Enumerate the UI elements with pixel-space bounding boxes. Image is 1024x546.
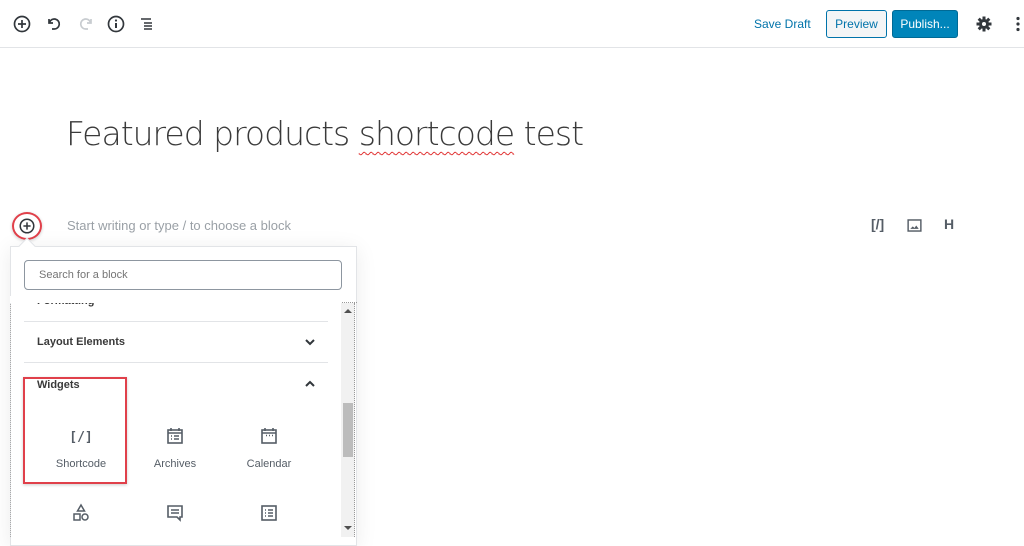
publish-button[interactable]: Publish... <box>892 10 958 38</box>
comments-icon <box>167 505 183 522</box>
block-list-scrollbar[interactable] <box>341 303 355 537</box>
shortcode-shortcut[interactable]: [/] <box>871 216 884 232</box>
redo-icon[interactable] <box>76 14 96 34</box>
scroll-thumb[interactable] <box>343 403 353 457</box>
calendar-icon <box>261 428 277 444</box>
image-icon[interactable] <box>906 217 923 237</box>
undo-icon[interactable] <box>44 14 64 34</box>
misspelled-word: shortcode <box>358 114 515 153</box>
add-block-icon[interactable] <box>12 14 32 34</box>
section-clip <box>10 296 341 303</box>
gear-icon[interactable] <box>974 14 994 34</box>
block-latest-comments[interactable] <box>125 503 225 535</box>
shortcode-highlight-box <box>23 377 127 484</box>
block-calendar[interactable]: Calendar <box>219 426 319 470</box>
shapes-icon <box>73 503 89 521</box>
block-archives[interactable]: Archives <box>125 426 225 470</box>
archives-icon <box>167 428 183 444</box>
block-latest-posts[interactable] <box>219 503 319 535</box>
preview-button[interactable]: Preview <box>826 10 887 38</box>
scroll-up-icon[interactable] <box>344 308 352 314</box>
block-inserter-button[interactable] <box>12 212 42 240</box>
block-label: Calendar <box>246 458 292 470</box>
section-label: Layout Elements <box>37 336 126 348</box>
scroll-down-icon[interactable] <box>344 525 352 531</box>
chevron-up-icon <box>305 380 315 387</box>
post-title[interactable]: Featured products shortcode test <box>66 114 584 153</box>
heading-shortcut[interactable]: H <box>944 216 954 232</box>
chevron-down-icon <box>305 339 315 346</box>
block-label: Archives <box>153 458 197 470</box>
title-text: Featured products <box>66 114 359 153</box>
title-text: test <box>514 114 584 153</box>
block-placeholder[interactable]: Start writing or type / to choose a bloc… <box>67 218 291 233</box>
section-layout-elements[interactable]: Layout Elements <box>24 322 328 363</box>
more-vertical-icon[interactable] <box>1008 14 1024 34</box>
block-widget-shapes[interactable] <box>31 503 131 535</box>
block-navigation-icon[interactable] <box>137 14 157 34</box>
info-icon[interactable] <box>106 14 126 34</box>
save-draft-button[interactable]: Save Draft <box>754 17 811 31</box>
editor-toolbar: Save Draft Preview Publish... <box>0 0 1024 48</box>
add-block-icon <box>19 218 35 234</box>
list-icon <box>261 505 277 521</box>
